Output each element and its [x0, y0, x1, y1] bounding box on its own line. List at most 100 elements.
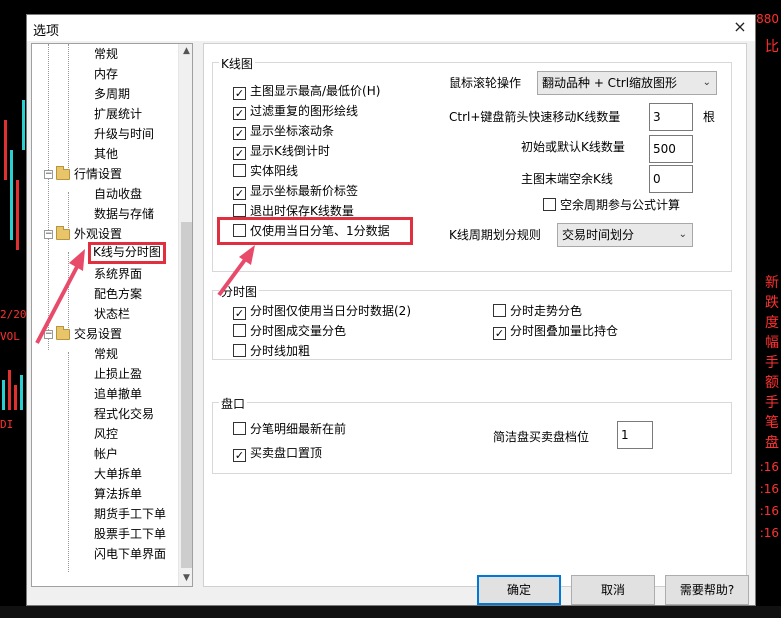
checkbox-box[interactable]: [233, 164, 246, 177]
init-count-input[interactable]: 500: [649, 135, 693, 163]
background-right-top: 880: [756, 12, 779, 26]
checkbox-box[interactable]: ✓: [233, 307, 246, 320]
tree-item-stop-loss[interactable]: 止损止盈: [94, 364, 142, 384]
tree-item-memory[interactable]: 内存: [94, 64, 118, 84]
kline-checkbox-scrollbar[interactable]: ✓ 显示坐标滚动条: [233, 123, 334, 140]
empty-bars-input[interactable]: 0: [649, 165, 693, 193]
tree-item-futures-manual[interactable]: 期货手工下单: [94, 504, 166, 524]
candle: [22, 100, 25, 150]
background-right-item: 额: [765, 375, 779, 391]
background-chart-left: 2/20 VOL DI: [0, 0, 28, 618]
timechart-checkbox-volume-color[interactable]: 分时图成交量分色: [233, 323, 346, 339]
close-icon[interactable]: ×: [725, 15, 755, 41]
background-indicator-label: DI: [0, 418, 14, 431]
tree-guide: [68, 44, 69, 172]
kline-checkbox-filter-duplicate[interactable]: ✓ 过滤重复的图形绘线: [233, 103, 358, 120]
annotation-arrow-option: [217, 245, 255, 297]
checkbox-box[interactable]: ✓: [233, 449, 246, 462]
levels-input[interactable]: 1: [617, 421, 653, 449]
chevron-down-icon: ⌄: [678, 229, 687, 240]
background-right-item: 幅: [765, 335, 779, 351]
candle: [10, 150, 13, 240]
init-count-label: 初始或默认K线数量: [521, 140, 625, 154]
timechart-checkbox-volume-ratio[interactable]: ✓ 分时图叠加量比持仓: [493, 323, 618, 340]
background-date-label: 2/20: [0, 308, 27, 321]
orderbook-checkbox-latest-first[interactable]: 分笔明细最新在前: [233, 421, 346, 437]
empty-cycle-checkbox[interactable]: 空余周期参与公式计算: [543, 197, 680, 213]
background-right-item: 比: [765, 39, 779, 55]
folder-icon: [56, 166, 70, 180]
tree-item-account[interactable]: 帐户: [94, 444, 118, 464]
background-right-time: :16: [759, 526, 779, 540]
tree-item-flash-order[interactable]: 闪电下单界面: [94, 544, 166, 564]
scroll-up-icon[interactable]: ▲: [179, 44, 192, 59]
period-rule-select[interactable]: 交易时间划分 ⌄: [557, 223, 693, 247]
candle: [4, 120, 7, 180]
settings-panel: K线图 ✓ 主图显示最高/最低价(H) ✓ 过滤重复的图形绘线 ✓ 显示坐标滚动条 ✓…: [203, 43, 747, 587]
ok-button[interactable]: 确定: [477, 575, 561, 605]
tree-item-programmatic[interactable]: 程式化交易: [94, 404, 154, 424]
kline-checkbox-solid-bull[interactable]: 实体阳线: [233, 163, 298, 179]
dialog-title: 选项: [33, 24, 60, 39]
timechart-checkbox-today-only[interactable]: ✓ 分时图仅使用当日分时数据(2): [233, 303, 411, 320]
checkbox-box[interactable]: [233, 422, 246, 435]
background-right-item: 新: [765, 275, 779, 291]
kline-group-title: K线图: [219, 55, 255, 72]
checkbox-box[interactable]: ✓: [233, 107, 246, 120]
help-button[interactable]: 需要帮助?: [665, 575, 749, 605]
background-bottom-bar: [0, 606, 781, 618]
tree-item-risk[interactable]: 风控: [94, 424, 118, 444]
checkbox-box[interactable]: ✓: [233, 127, 246, 140]
orderbook-checkbox-pin-top[interactable]: ✓ 买卖盘口置顶: [233, 445, 322, 462]
checkbox-box[interactable]: ✓: [233, 147, 246, 160]
tree-item-other[interactable]: 其他: [94, 144, 118, 164]
kline-checkbox-high-low[interactable]: ✓ 主图显示最高/最低价(H): [233, 83, 380, 100]
chevron-down-icon: ⌄: [702, 77, 711, 88]
checkbox-box[interactable]: ✓: [233, 87, 246, 100]
background-right-item: 笔: [765, 415, 779, 431]
title-bar: 选项 ×: [27, 15, 755, 41]
kline-group: K线图 ✓ 主图显示最高/最低价(H) ✓ 过滤重复的图形绘线 ✓ 显示坐标滚动条 ✓…: [212, 55, 732, 272]
background-right-item: 度: [765, 315, 779, 331]
move-count-input[interactable]: 3: [649, 103, 693, 131]
tree-item-algo-split[interactable]: 算法拆单: [94, 484, 142, 504]
scroll-down-icon[interactable]: ▼: [179, 571, 192, 586]
timechart-group: 分时图 ✓ 分时图仅使用当日分时数据(2) 分时走势分色 分时图成交量分色 ✓ 分时…: [212, 283, 732, 360]
tree-item-auto-close[interactable]: 自动收盘: [94, 184, 142, 204]
wheel-select[interactable]: 翻动品种 + Ctrl缩放图形 ⌄: [537, 71, 717, 95]
move-label: Ctrl+键盘箭头快速移动K线数量: [449, 110, 621, 124]
checkbox-box[interactable]: ✓: [233, 187, 246, 200]
orderbook-group: 盘口 分笔明细最新在前 ✓ 买卖盘口置顶 简洁盘买卖盘档位 1: [212, 395, 732, 474]
background-right-item: 手: [765, 355, 779, 371]
tree-item-chase-cancel[interactable]: 追单撤单: [94, 384, 142, 404]
timechart-checkbox-bold-line[interactable]: 分时线加粗: [233, 343, 310, 359]
checkbox-box[interactable]: ✓: [493, 327, 506, 340]
tree-item-large-split[interactable]: 大单拆单: [94, 464, 142, 484]
checkbox-box[interactable]: [493, 304, 506, 317]
collapse-icon[interactable]: −: [44, 170, 53, 179]
tree-item-market-settings[interactable]: 行情设置: [74, 164, 122, 184]
background-right-time: :16: [759, 504, 779, 518]
background-right-item: 跌: [765, 295, 779, 311]
checkbox-box[interactable]: [233, 344, 246, 357]
move-unit-label: 根: [703, 110, 716, 124]
background-right-time: :16: [759, 460, 779, 474]
orderbook-group-title: 盘口: [219, 395, 248, 412]
timechart-checkbox-trend-color[interactable]: 分时走势分色: [493, 303, 582, 319]
volume-bar: [2, 380, 5, 410]
checkbox-box[interactable]: [233, 204, 246, 217]
cancel-button[interactable]: 取消: [571, 575, 655, 605]
wheel-label: 鼠标滚轮操作: [449, 76, 522, 90]
tree-item-multi-period[interactable]: 多周期: [94, 84, 130, 104]
checkbox-box[interactable]: [233, 324, 246, 337]
tree-item-stock-manual[interactable]: 股票手工下单: [94, 524, 166, 544]
levels-label: 简洁盘买卖盘档位: [493, 430, 590, 444]
kline-checkbox-countdown[interactable]: ✓ 显示K线倒计时: [233, 143, 330, 160]
tree-item-upgrade-time[interactable]: 升级与时间: [94, 124, 154, 144]
tree-item-general[interactable]: 常规: [94, 44, 118, 64]
kline-checkbox-latest-price-label[interactable]: ✓ 显示坐标最新价标签: [233, 183, 358, 200]
volume-bar: [14, 385, 17, 410]
tree-item-extended-stats[interactable]: 扩展统计: [94, 104, 142, 124]
checkbox-box[interactable]: [543, 198, 556, 211]
tree-guide: [68, 352, 69, 572]
